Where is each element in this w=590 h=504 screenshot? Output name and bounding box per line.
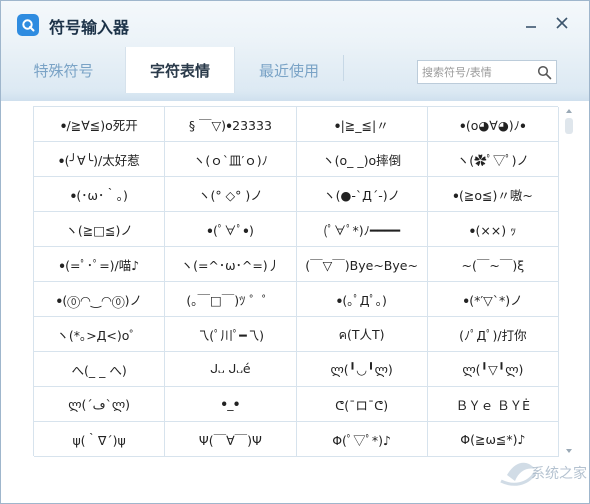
emoticon-cell[interactable]: ꔷ_ꔷ bbox=[165, 387, 297, 422]
emoticon-cell[interactable]: ヽ(●-`Д´-)ノ bbox=[296, 177, 428, 212]
emoticon-cell[interactable]: ヽ(≧□≦)ノ bbox=[34, 212, 166, 247]
emoticon-cell[interactable]: ꔷ(╯∀╰)/太好惹 bbox=[34, 142, 166, 177]
emoticon-cell[interactable]: ψ(｀∇´)ψ bbox=[34, 422, 166, 457]
emoticon-grid: ꔷ/≧∀≦)o死开 § ￣▽)ꔷ23333 ꔷ|≧_≦|〃 ꔷ(o◕∀◕)ﾉꔷ ꔷ(╯∀… bbox=[33, 106, 559, 457]
emoticon-cell[interactable]: ꔷ|≧_≦|〃 bbox=[296, 107, 428, 142]
emoticon-cell[interactable]: ヽ(*｡>Д<)o゜ bbox=[34, 317, 166, 352]
app-logo-icon bbox=[17, 14, 39, 36]
emoticon-cell[interactable]: ヽ(=^･ω･^=)丿 bbox=[165, 247, 297, 282]
emoticon-cell[interactable]: ꔷ/≧∀≦)o死开 bbox=[34, 107, 166, 142]
search-box bbox=[417, 60, 557, 84]
emoticon-cell[interactable]: Ψ(￣∀￣)Ψ bbox=[165, 422, 297, 457]
emoticon-cell[interactable]: ＢＹｅ ＢＹĖ bbox=[427, 387, 559, 422]
emoticon-cell[interactable]: § ￣▽)ꔷ23333 bbox=[165, 107, 297, 142]
emoticon-cell[interactable]: ლ(╹▽╹ლ) bbox=[427, 352, 559, 387]
search-icon[interactable] bbox=[537, 65, 552, 80]
emoticon-cell[interactable]: (￣▽￣)Bye~Bye~ bbox=[296, 247, 428, 282]
emoticon-cell[interactable]: ꔷ(｡ﾟДﾟ｡) bbox=[296, 282, 428, 317]
tab-divider bbox=[343, 55, 344, 81]
emoticon-cell[interactable]: ꔷ(･ω･｀｡) bbox=[34, 177, 166, 212]
close-icon bbox=[556, 17, 568, 29]
emoticon-panel: ꔷ/≧∀≦)o死开 § ￣▽)ꔷ23333 ꔷ|≧_≦|〃 ꔷ(o◕∀◕)ﾉꔷ ꔷ(╯∀… bbox=[1, 101, 589, 503]
emoticon-cell[interactable]: ᕦ(¯ロ¯ᕦ) bbox=[296, 387, 428, 422]
emoticon-cell[interactable]: ꔷ(o◕∀◕)ﾉꔷ bbox=[427, 107, 559, 142]
emoticon-cell[interactable]: へ(_ _ へ) bbox=[34, 352, 166, 387]
emoticon-cell[interactable]: ꔷ(××) ｯ bbox=[427, 212, 559, 247]
emoticon-cell[interactable]: ヽ(✿ﾟ▽ﾟ)ノ bbox=[427, 142, 559, 177]
scrollbar[interactable] bbox=[564, 106, 574, 456]
close-button[interactable] bbox=[552, 13, 572, 33]
app-title: 符号输入器 bbox=[49, 18, 130, 37]
emoticon-cell[interactable]: (｡￣□￣)ﾂ ゜゜ bbox=[165, 282, 297, 317]
emoticon-cell[interactable]: ꔷ(ﾟ∀ﾟꔷ) bbox=[165, 212, 297, 247]
emoticon-cell[interactable]: ꔷ(⓪◠‿◠⓪)ノ bbox=[34, 282, 166, 317]
emoticon-cell[interactable]: (ﾉﾟДﾟ)/打你 bbox=[427, 317, 559, 352]
emoticon-cell[interactable]: ヽ(° ◇° )ノ bbox=[165, 177, 297, 212]
emoticon-cell[interactable]: ꔷ(*′▽`*)ノ bbox=[427, 282, 559, 317]
watermark-text: 系统之家 bbox=[531, 466, 587, 482]
scroll-up-arrow[interactable] bbox=[564, 106, 574, 116]
emoticon-cell[interactable]: Φ(ﾟ▽ﾟ*)♪ bbox=[296, 422, 428, 457]
tab-emoticons[interactable]: 字符表情 bbox=[125, 47, 235, 93]
emoticon-cell[interactable]: 乁(ﾟ川ﾟ━乁) bbox=[165, 317, 297, 352]
emoticon-cell[interactable]: ヽ(ｏ`皿′ｏ)ﾉ bbox=[165, 142, 297, 177]
emoticon-cell[interactable]: ლ(╹◡╹ლ) bbox=[296, 352, 428, 387]
tab-recently-used[interactable]: 最近使用 bbox=[235, 47, 343, 93]
emoticon-cell[interactable]: ヽ(o_ _)o摔倒 bbox=[296, 142, 428, 177]
emoticon-cell[interactable]: ლ(´ڡ`ლ) bbox=[34, 387, 166, 422]
chevron-up-icon bbox=[566, 109, 572, 113]
scroll-thumb[interactable] bbox=[565, 118, 573, 134]
tab-special-symbols[interactable]: 特殊符号 bbox=[1, 47, 126, 93]
emoticon-cell[interactable]: ᒍ᎑ ᒍ᎑é bbox=[165, 352, 297, 387]
minimize-button[interactable] bbox=[521, 13, 541, 33]
symbol-input-window: 符号输入器 特殊符号 字符表情 最近使用 ꔷ/≧∀≦)o死开§ ￣▽)ꔷ2333… bbox=[0, 0, 590, 504]
title-bar: 符号输入器 bbox=[1, 1, 589, 47]
emoticon-cell[interactable]: ~(￣~￣)ξ bbox=[427, 247, 559, 282]
minimize-icon bbox=[526, 26, 536, 28]
emoticon-cell[interactable]: ค(T人T) bbox=[296, 317, 428, 352]
emoticon-cell[interactable]: ꔷ(≧o≦)〃嗷~ bbox=[427, 177, 559, 212]
emoticon-cell[interactable]: (ﾟ∀ﾟ*)ﾉ━━━━ bbox=[296, 212, 428, 247]
emoticon-cell[interactable]: ꔷ(=ﾟ･ﾟ=)/喵♪ bbox=[34, 247, 166, 282]
search-input[interactable] bbox=[422, 63, 532, 81]
